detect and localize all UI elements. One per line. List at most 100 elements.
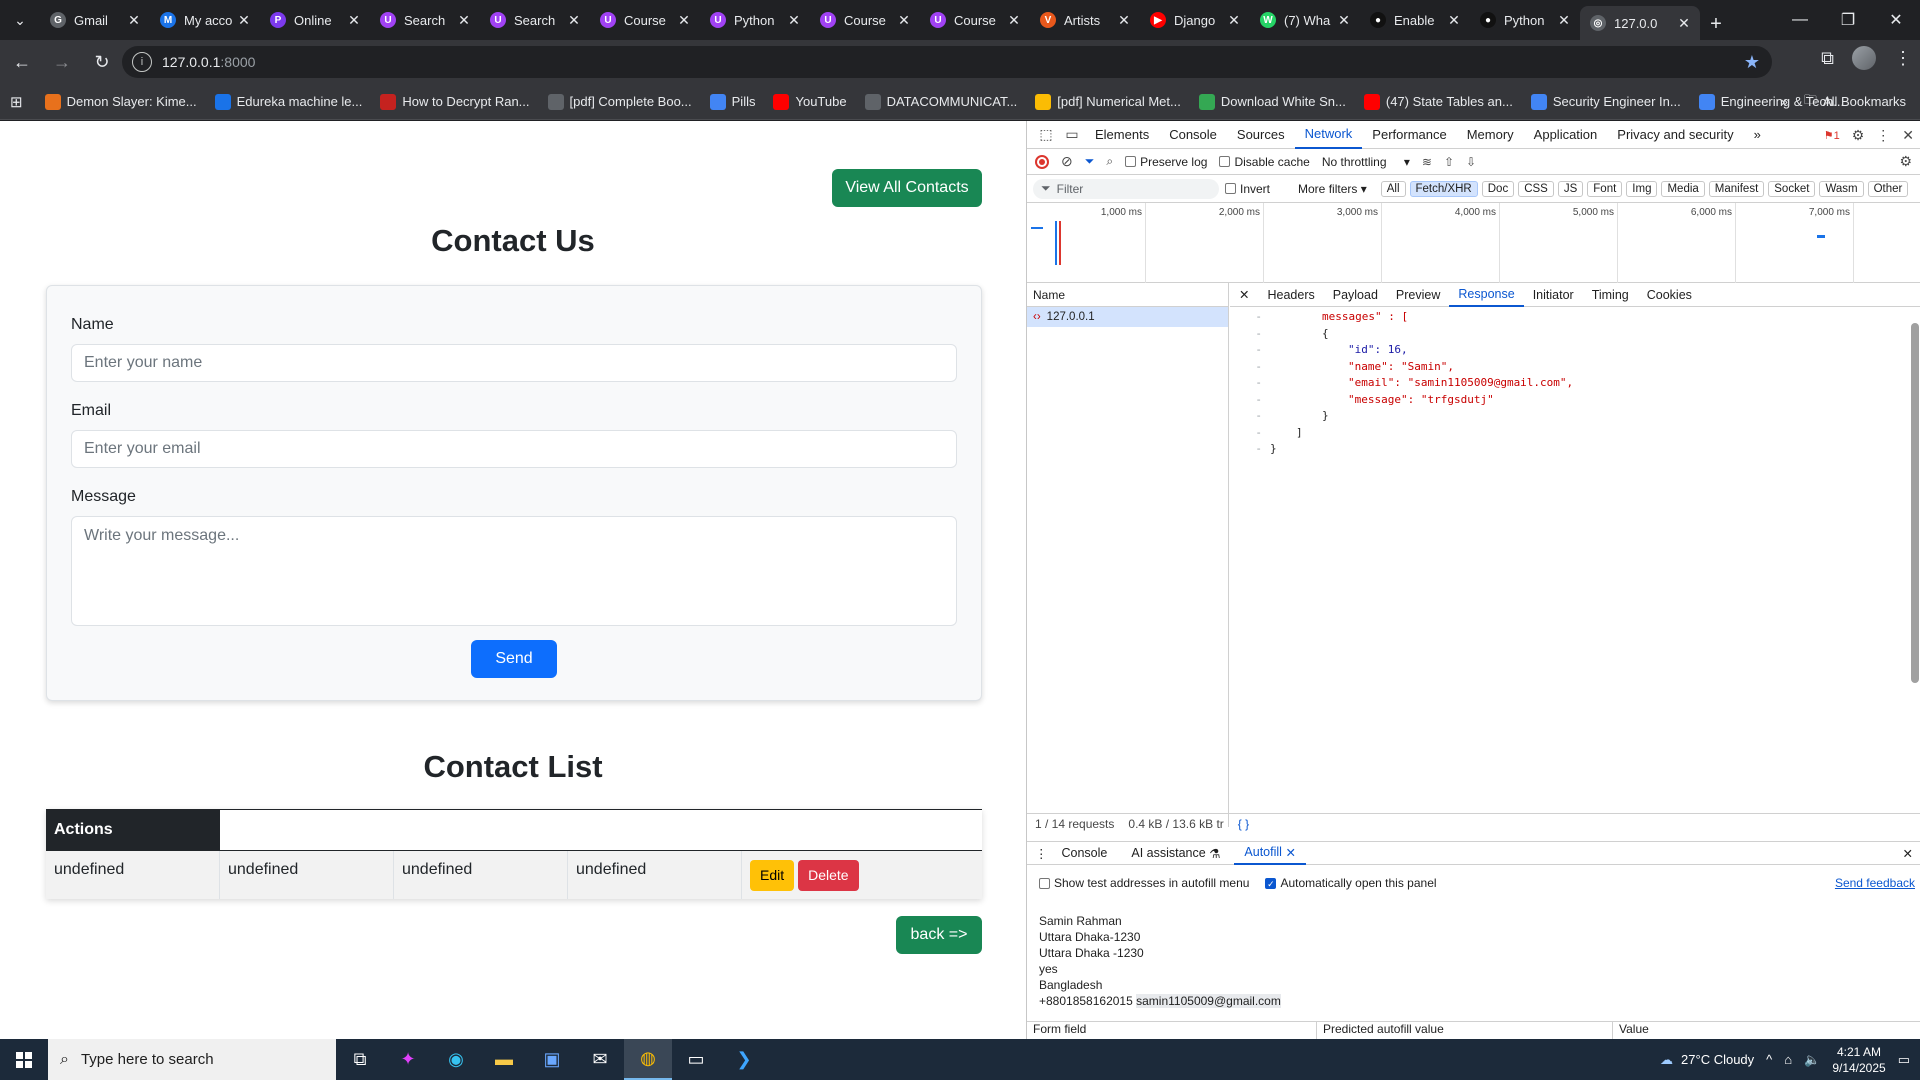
task-view-icon[interactable]: ⧉ <box>336 1039 384 1080</box>
forward-arrow-icon[interactable]: → <box>44 44 80 80</box>
settings-gear-icon[interactable]: ⚙ <box>1852 127 1865 144</box>
tab-close-icon[interactable]: ✕ <box>896 12 912 29</box>
clock[interactable]: 4:21 AM 9/14/2025 <box>1832 1044 1885 1076</box>
terminal-icon[interactable]: ▭ <box>672 1039 720 1080</box>
filter-type-media[interactable]: Media <box>1661 180 1705 197</box>
devtools-tab-memory[interactable]: Memory <box>1457 121 1524 149</box>
tab-close-icon[interactable]: ✕ <box>1676 15 1692 32</box>
name-column-header[interactable]: Name <box>1027 283 1228 307</box>
drawer-menu-icon[interactable]: ⋮ <box>1035 846 1048 861</box>
devtools-tab-network[interactable]: Network <box>1294 121 1363 149</box>
bookmark-item[interactable]: YouTube <box>773 93 847 110</box>
minimize-icon[interactable]: — <box>1776 0 1824 40</box>
file-explorer-icon[interactable]: ▬ <box>480 1039 528 1080</box>
request-row[interactable]: ‹› 127.0.0.1 <box>1027 307 1228 327</box>
filter-type-js[interactable]: JS <box>1557 180 1584 197</box>
network-icon[interactable]: ⌂ <box>1784 1052 1792 1067</box>
browser-tab[interactable]: G Gmail ✕ <box>40 4 150 36</box>
close-window-icon[interactable]: ✕ <box>1872 0 1920 40</box>
tab-close-icon[interactable]: ✕ <box>1336 12 1352 29</box>
bookmark-item[interactable]: How to Decrypt Ran... <box>380 93 530 110</box>
close-details-icon[interactable]: ✕ <box>1230 283 1258 307</box>
network-settings-icon[interactable]: ⚙ <box>1899 153 1912 170</box>
devtools-tab-privacy-and-security[interactable]: Privacy and security <box>1607 121 1743 149</box>
browser-tab[interactable]: U Search ✕ <box>370 4 480 36</box>
show-test-addresses-checkbox[interactable]: Show test addresses in autofill menu <box>1039 876 1249 890</box>
browser-tab[interactable]: ● Enable ✕ <box>1360 4 1470 36</box>
restore-icon[interactable]: ❐ <box>1824 0 1872 40</box>
all-bookmarks-folder[interactable]: 🗀 All Bookmarks <box>1804 91 1906 113</box>
import-har-icon[interactable]: ⇧ <box>1444 155 1454 169</box>
clear-icon[interactable]: ⊘ <box>1061 153 1073 170</box>
mail-icon[interactable]: ✉ <box>576 1039 624 1080</box>
back-button[interactable]: back => <box>896 916 982 954</box>
email-input[interactable]: Enter your email <box>71 430 957 468</box>
bookmark-item[interactable]: [pdf] Complete Boo... <box>547 93 692 110</box>
site-info-icon[interactable]: i <box>132 52 152 72</box>
bookmark-item[interactable]: Security Engineer In... <box>1530 93 1681 110</box>
name-input[interactable]: Enter your name <box>71 344 957 382</box>
filter-type-other[interactable]: Other <box>1867 180 1909 197</box>
more-filters-dropdown[interactable]: More filters ▾ <box>1298 182 1367 196</box>
detail-tab-payload[interactable]: Payload <box>1324 283 1387 307</box>
address-bar[interactable]: i 127.0.0.1:8000 ★ <box>122 46 1772 78</box>
bookmark-item[interactable]: (47) State Tables an... <box>1363 93 1513 110</box>
browser-tab[interactable]: W (7) Wha ✕ <box>1250 4 1360 36</box>
close-drawer-icon[interactable]: ✕ <box>1903 846 1913 861</box>
filter-type-all[interactable]: All <box>1380 180 1406 197</box>
store-icon[interactable]: ▣ <box>528 1039 576 1080</box>
detail-tab-headers[interactable]: Headers <box>1258 283 1323 307</box>
filter-type-css[interactable]: CSS <box>1518 180 1554 197</box>
browser-tab[interactable]: U Course ✕ <box>810 4 920 36</box>
auto-open-checkbox[interactable]: ✓ Automatically open this panel <box>1265 876 1437 890</box>
browser-tab[interactable]: V Artists ✕ <box>1030 4 1140 36</box>
delete-button[interactable]: Delete <box>798 859 859 891</box>
bookmark-star-icon[interactable]: ★ <box>1744 52 1760 73</box>
vscode-icon[interactable]: ❯ <box>720 1039 768 1080</box>
browser-tab[interactable]: ◎ 127.0.0 ✕ <box>1580 6 1700 40</box>
error-badge[interactable]: ⚑1 <box>1824 129 1840 142</box>
browser-tab[interactable]: U Course ✕ <box>920 4 1030 36</box>
reload-icon[interactable]: ↻ <box>84 44 120 80</box>
browser-tab[interactable]: M My acco ✕ <box>150 4 260 36</box>
device-toolbar-icon[interactable]: ▭ <box>1059 126 1085 143</box>
weather-widget[interactable]: ☁ 27°C Cloudy <box>1660 1052 1754 1068</box>
tab-close-icon[interactable]: ✕ <box>456 12 472 29</box>
back-arrow-icon[interactable]: ← <box>4 44 40 80</box>
browser-tab[interactable]: U Python ✕ <box>700 4 810 36</box>
preserve-log-checkbox[interactable]: Preserve log <box>1125 155 1207 169</box>
devtools-menu-icon[interactable]: ⋮ <box>1876 127 1890 144</box>
drawer-tab-console[interactable]: Console <box>1052 841 1118 865</box>
new-tab-button[interactable]: + <box>1700 8 1732 40</box>
bookmark-item[interactable]: [pdf] Numerical Met... <box>1035 93 1181 110</box>
throttling-select[interactable]: No throttling ▾ <box>1322 155 1410 169</box>
tray-overflow-icon[interactable]: ^ <box>1766 1052 1772 1067</box>
drawer-tab-ai-assistance[interactable]: AI assistance ⚗ <box>1121 841 1230 865</box>
detail-tab-response[interactable]: Response <box>1449 283 1524 307</box>
disable-cache-checkbox[interactable]: Disable cache <box>1219 155 1310 169</box>
close-devtools-icon[interactable]: ✕ <box>1902 127 1914 144</box>
devtools-tab-sources[interactable]: Sources <box>1227 121 1295 149</box>
bookmark-item[interactable]: Demon Slayer: Kime... <box>44 93 197 110</box>
send-feedback-link[interactable]: Send feedback <box>1835 876 1915 890</box>
tab-close-icon[interactable]: ✕ <box>1556 12 1572 29</box>
scrollbar[interactable] <box>1911 323 1919 683</box>
devtools-tab-console[interactable]: Console <box>1159 121 1227 149</box>
filter-type-font[interactable]: Font <box>1587 180 1623 197</box>
detail-tab-timing[interactable]: Timing <box>1583 283 1638 307</box>
tab-close-icon[interactable]: ✕ <box>1226 12 1242 29</box>
bookmark-item[interactable]: DATACOMMUNICAT... <box>864 93 1017 110</box>
tab-search-dropdown-icon[interactable]: ⌄ <box>0 0 40 40</box>
tab-close-icon[interactable]: ✕ <box>236 12 252 29</box>
edge-icon[interactable]: ◉ <box>432 1039 480 1080</box>
tab-close-icon[interactable]: ✕ <box>676 12 692 29</box>
profile-avatar[interactable] <box>1852 46 1876 70</box>
inspect-element-icon[interactable]: ⬚ <box>1033 126 1059 143</box>
start-button[interactable] <box>0 1039 48 1080</box>
filter-type-img[interactable]: Img <box>1626 180 1658 197</box>
bookmark-item[interactable]: Pills <box>709 93 755 110</box>
browser-tab[interactable]: U Search ✕ <box>480 4 590 36</box>
more-tabs-icon[interactable]: » <box>1744 121 1771 149</box>
record-icon[interactable] <box>1035 154 1049 169</box>
filter-type-wasm[interactable]: Wasm <box>1819 180 1864 197</box>
